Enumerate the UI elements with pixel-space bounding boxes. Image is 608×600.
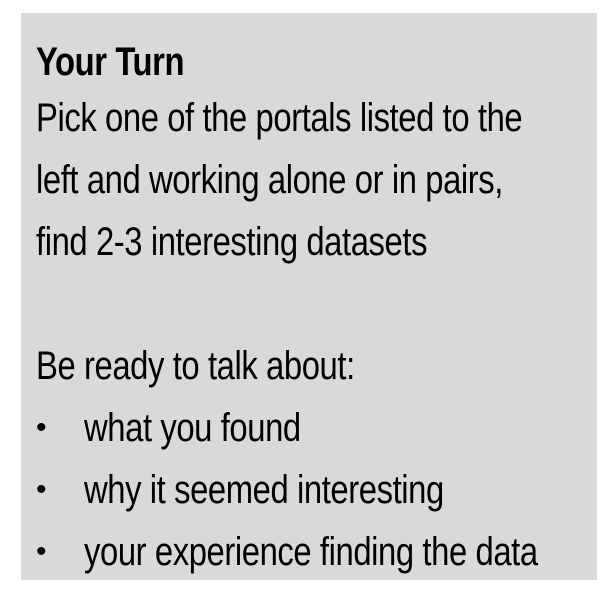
instructions-line: left and working alone or in pairs, — [36, 158, 503, 202]
list-item-text: your experience finding the data — [84, 530, 538, 574]
instructions-line: Pick one of the portals listed to the — [36, 96, 523, 140]
list-item-text: what you found — [84, 406, 301, 450]
instructions-line: find 2-3 interesting datasets — [36, 220, 428, 264]
card-title: Your Turn — [36, 40, 185, 84]
discussion-bullet-list: • what you found • why it seemed interes… — [36, 397, 583, 583]
list-item: • what you found — [36, 397, 583, 459]
instructions-paragraph: Pick one of the portals listed to the le… — [36, 87, 583, 273]
bullet-icon: • — [36, 411, 47, 444]
list-item: • why it seemed interesting — [36, 459, 583, 521]
list-item-text: why it seemed interesting — [84, 468, 444, 512]
bullet-icon: • — [36, 535, 47, 568]
bullet-icon: • — [36, 473, 47, 506]
discussion-prompt: Be ready to talk about: — [36, 344, 355, 388]
your-turn-card: Your Turn Pick one of the portals listed… — [21, 13, 597, 580]
list-item: • your experience finding the data — [36, 521, 583, 583]
